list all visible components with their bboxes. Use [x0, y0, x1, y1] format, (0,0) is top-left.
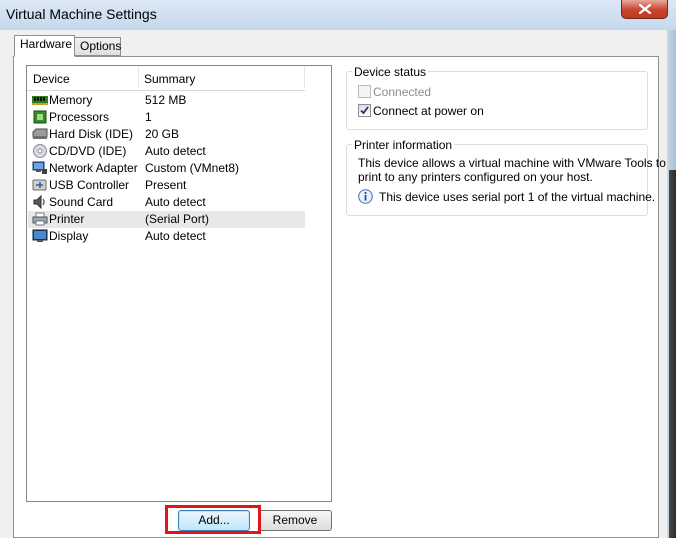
device-row-network-adapter[interactable]: Network Adapter Custom (VMnet8) [28, 160, 305, 177]
device-name: Display [49, 229, 89, 243]
connected-checkbox[interactable] [358, 85, 371, 98]
device-row-display[interactable]: Display Auto detect [28, 228, 305, 245]
device-status-group [346, 71, 648, 130]
printer-icon [32, 212, 48, 226]
device-name: Network Adapter [49, 161, 138, 175]
device-row-usb-controller[interactable]: USB Controller Present [28, 177, 305, 194]
printer-info-note: This device uses serial port 1 of the vi… [379, 190, 656, 204]
connected-label: Connected [373, 85, 432, 99]
device-name: Hard Disk (IDE) [49, 127, 134, 141]
connect-at-power-on-label: Connect at power on [373, 104, 484, 118]
device-name: USB Controller [49, 178, 130, 192]
device-row-cd-dvd[interactable]: CD/DVD (IDE) Auto detect [28, 143, 305, 160]
device-name: Printer [49, 212, 85, 226]
memory-icon [32, 96, 48, 105]
device-list[interactable]: Device Summary Memory 512 MB Processors … [26, 65, 332, 502]
device-summary: 512 MB [145, 93, 187, 107]
display-icon [32, 229, 48, 242]
device-summary: (Serial Port) [145, 212, 210, 226]
printer-info-line-2: print to any printers configured on your… [358, 170, 593, 184]
device-list-header: Device Summary [27, 66, 305, 91]
device-row-memory[interactable]: Memory 512 MB [28, 92, 305, 109]
device-name: Processors [49, 110, 110, 124]
device-summary: Auto detect [145, 229, 206, 243]
printer-information-title: Printer information [352, 138, 455, 152]
device-summary: 20 GB [145, 127, 180, 141]
tab-hardware[interactable]: Hardware [14, 35, 75, 57]
close-button[interactable] [621, 0, 668, 19]
connect-at-power-on-checkbox[interactable] [358, 104, 371, 117]
tab-options-label: Options [80, 39, 122, 53]
remove-button[interactable]: Remove [258, 510, 332, 531]
info-icon [358, 189, 373, 204]
printer-info-line-1: This device allows a virtual machine wit… [358, 156, 666, 170]
cd-dvd-icon [33, 144, 47, 158]
speaker-icon [33, 195, 45, 209]
device-row-hard-disk[interactable]: Hard Disk (IDE) 20 GB [28, 126, 305, 143]
device-summary: Present [145, 178, 187, 192]
device-summary: 1 [145, 110, 152, 124]
tab-hardware-label: Hardware [20, 37, 73, 51]
device-name: Memory [49, 93, 93, 107]
usb-icon [32, 179, 47, 191]
device-name: CD/DVD (IDE) [49, 144, 127, 158]
close-icon [639, 4, 651, 14]
network-adapter-icon [32, 161, 47, 174]
device-row-processors[interactable]: Processors 1 [28, 109, 305, 126]
checkmark-icon [360, 106, 369, 115]
hard-disk-icon [32, 128, 48, 139]
device-summary: Auto detect [145, 195, 206, 209]
device-summary: Auto detect [145, 144, 206, 158]
device-name: Sound Card [49, 195, 114, 209]
processor-icon [33, 110, 47, 124]
title-bar: Virtual Machine Settings [0, 0, 676, 30]
remove-button-label: Remove [272, 513, 318, 527]
device-row-printer[interactable]: Printer (Serial Port) [28, 211, 305, 228]
device-summary: Custom (VMnet8) [145, 161, 240, 175]
window-title: Virtual Machine Settings [6, 6, 157, 22]
column-header-summary[interactable]: Summary [144, 72, 195, 86]
window-frame-right [667, 30, 676, 538]
tab-options[interactable]: Options [74, 37, 121, 56]
column-header-device[interactable]: Device [33, 72, 70, 86]
device-row-sound-card[interactable]: Sound Card Auto detect [28, 194, 305, 211]
add-button-highlight [165, 505, 261, 534]
device-status-title: Device status [352, 65, 429, 79]
